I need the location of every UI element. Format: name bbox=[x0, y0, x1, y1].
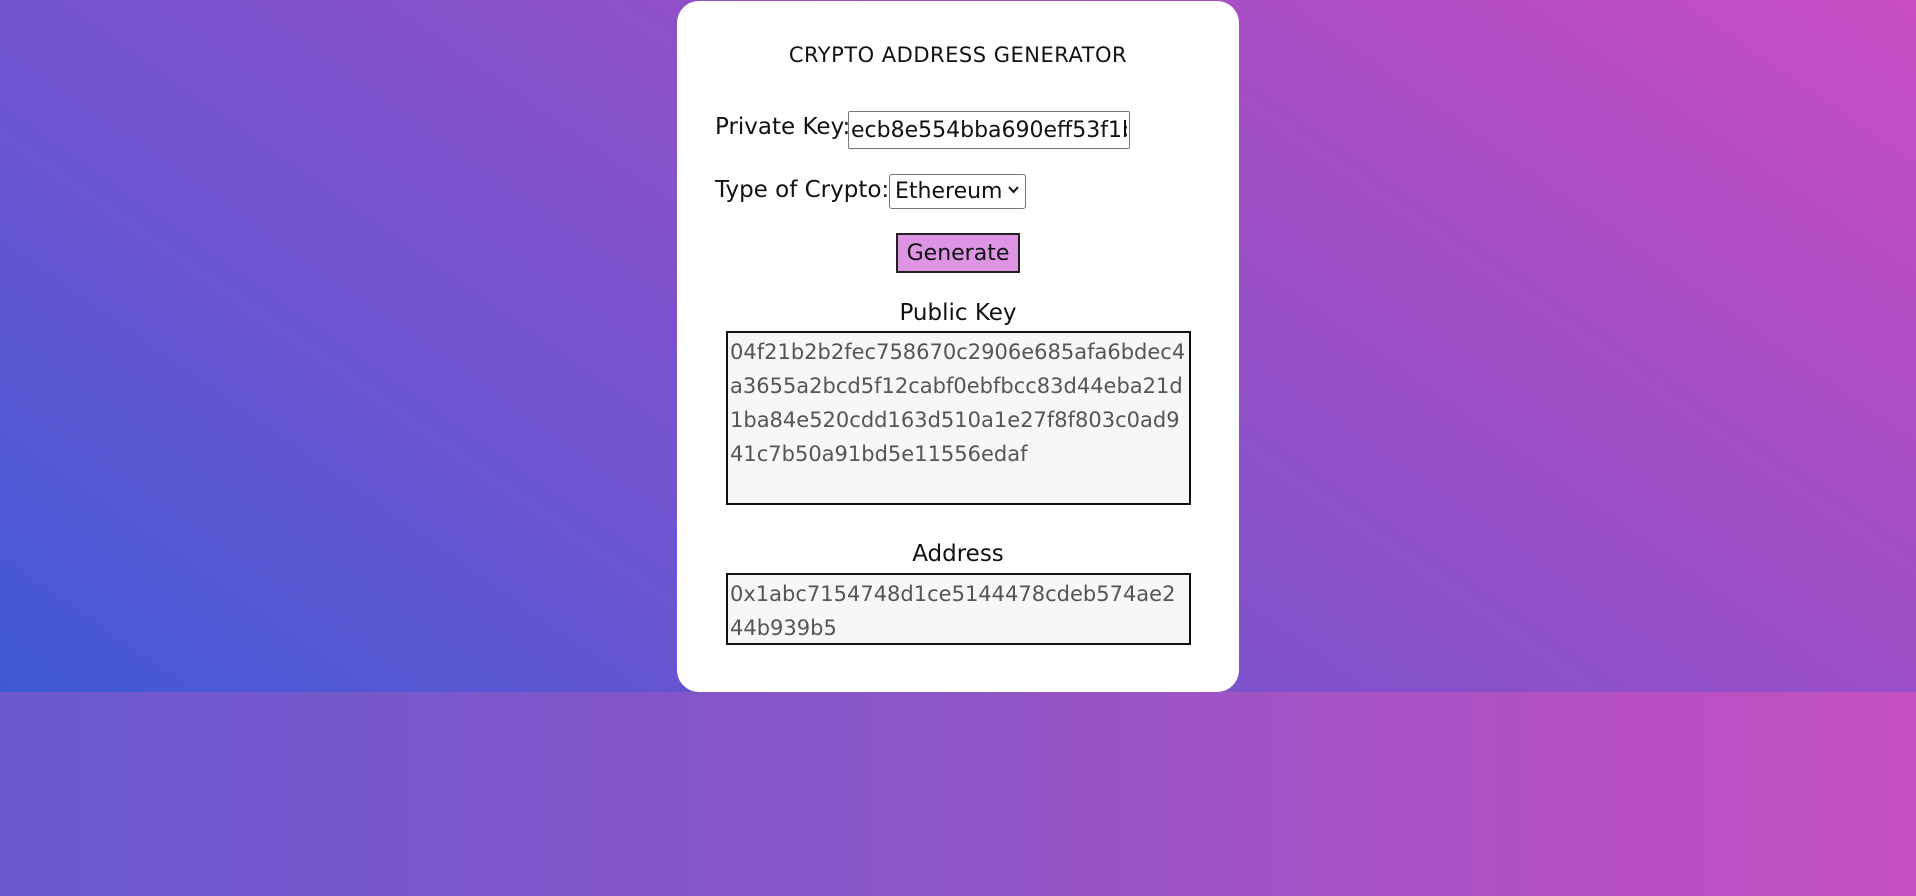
chevron-down-icon bbox=[1008, 182, 1019, 198]
generator-card: CRYPTO ADDRESS GENERATOR Private Key: Ty… bbox=[677, 1, 1239, 692]
public-key-output[interactable]: 04f21b2b2fec758670c2906e685afa6bdec4a365… bbox=[726, 331, 1191, 505]
public-key-title: Public Key bbox=[899, 300, 1017, 326]
crypto-type-selected-value: Ethereum bbox=[895, 179, 1003, 204]
address-output[interactable]: 0x1abc7154748d1ce5144478cdeb574ae244b939… bbox=[726, 573, 1191, 645]
address-title: Address bbox=[912, 541, 1004, 567]
generate-button[interactable]: Generate bbox=[896, 233, 1020, 273]
private-key-input[interactable] bbox=[848, 111, 1130, 149]
background-lower bbox=[0, 692, 1916, 896]
crypto-type-select[interactable]: Ethereum bbox=[889, 174, 1026, 209]
private-key-label: Private Key: bbox=[715, 114, 851, 140]
page-title: CRYPTO ADDRESS GENERATOR bbox=[788, 43, 1128, 67]
crypto-type-label: Type of Crypto: bbox=[715, 177, 890, 203]
